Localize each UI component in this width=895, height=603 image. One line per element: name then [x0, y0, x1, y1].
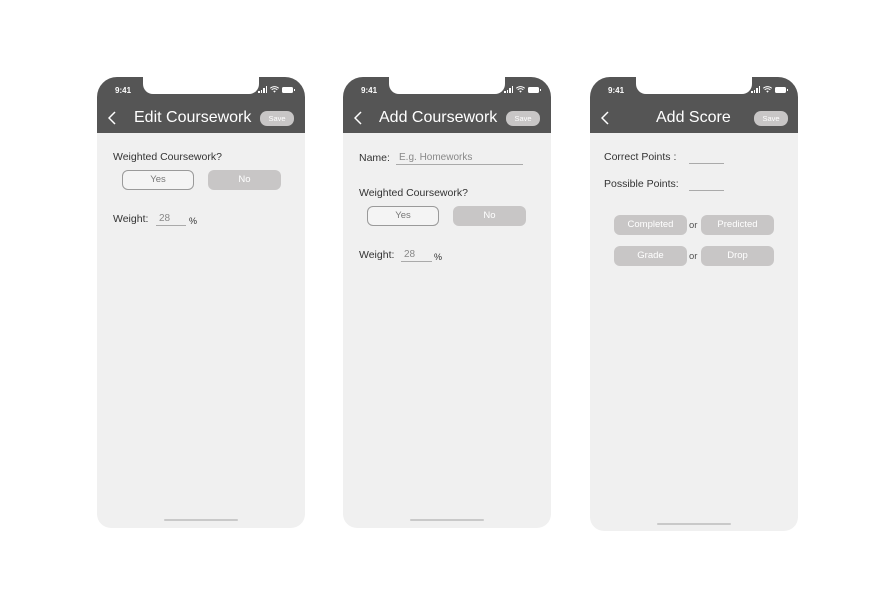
- nav-header: 9:41 Add Score Save: [590, 77, 798, 133]
- or-label: or: [689, 251, 698, 262]
- phone-notch: [636, 77, 752, 94]
- status-time: 9:41: [361, 86, 378, 95]
- predicted-button[interactable]: Predicted: [701, 215, 774, 235]
- wifi-icon: [270, 86, 279, 93]
- phone-notch: [143, 77, 259, 94]
- correct-points-input[interactable]: [689, 151, 724, 164]
- home-indicator: [657, 523, 731, 525]
- signal-icon: [258, 86, 267, 93]
- home-indicator: [164, 519, 238, 521]
- yes-button[interactable]: Yes: [367, 206, 439, 226]
- status-icons: [504, 86, 541, 93]
- signal-icon: [504, 86, 513, 93]
- drop-button[interactable]: Drop: [701, 246, 774, 266]
- or-label: or: [689, 220, 698, 231]
- back-chevron-icon[interactable]: [598, 110, 612, 126]
- possible-points-label: Possible Points:: [604, 178, 679, 190]
- correct-points-label: Correct Points :: [604, 151, 677, 163]
- wifi-icon: [516, 86, 525, 93]
- weight-input[interactable]: 28: [156, 213, 186, 226]
- name-input[interactable]: E.g. Homeworks: [396, 152, 523, 165]
- page-title: Edit Coursework: [134, 109, 252, 126]
- back-chevron-icon[interactable]: [351, 110, 365, 126]
- weight-label: Weight:: [359, 249, 395, 261]
- yes-button[interactable]: Yes: [122, 170, 194, 190]
- weighted-coursework-label: Weighted Coursework?: [113, 151, 222, 163]
- battery-icon: [282, 87, 295, 93]
- weighted-coursework-label: Weighted Coursework?: [359, 187, 468, 199]
- weight-unit: %: [189, 216, 198, 226]
- name-label: Name:: [359, 152, 390, 164]
- grade-button[interactable]: Grade: [614, 246, 687, 266]
- completed-button[interactable]: Completed: [614, 215, 687, 235]
- status-time: 9:41: [608, 86, 625, 95]
- add-score-screen: 9:41 Add Score Save Correct Points : Pos…: [590, 77, 798, 531]
- page-title: Add Score: [656, 109, 731, 126]
- signal-icon: [751, 86, 760, 93]
- status-icons: [258, 86, 295, 93]
- possible-points-input[interactable]: [689, 178, 724, 191]
- phone-notch: [389, 77, 505, 94]
- nav-header: 9:41 Add Coursework Save: [343, 77, 551, 133]
- battery-icon: [528, 87, 541, 93]
- weight-input[interactable]: 28: [401, 249, 432, 262]
- edit-coursework-screen: 9:41 Edit Coursework Save Weighted Cours…: [97, 77, 305, 528]
- save-button[interactable]: Save: [506, 111, 540, 126]
- page-title: Add Coursework: [379, 109, 498, 126]
- weight-label: Weight:: [113, 213, 149, 225]
- back-chevron-icon[interactable]: [105, 110, 119, 126]
- battery-icon: [775, 87, 788, 93]
- wifi-icon: [763, 86, 772, 93]
- status-icons: [751, 86, 788, 93]
- weight-unit: %: [434, 252, 443, 262]
- add-coursework-screen: 9:41 Add Coursework Save Name: E.g. Home…: [343, 77, 551, 528]
- nav-header: 9:41 Edit Coursework Save: [97, 77, 305, 133]
- no-button[interactable]: No: [453, 206, 526, 226]
- home-indicator: [410, 519, 484, 521]
- status-time: 9:41: [115, 86, 132, 95]
- save-button[interactable]: Save: [754, 111, 788, 126]
- save-button[interactable]: Save: [260, 111, 294, 126]
- no-button[interactable]: No: [208, 170, 281, 190]
